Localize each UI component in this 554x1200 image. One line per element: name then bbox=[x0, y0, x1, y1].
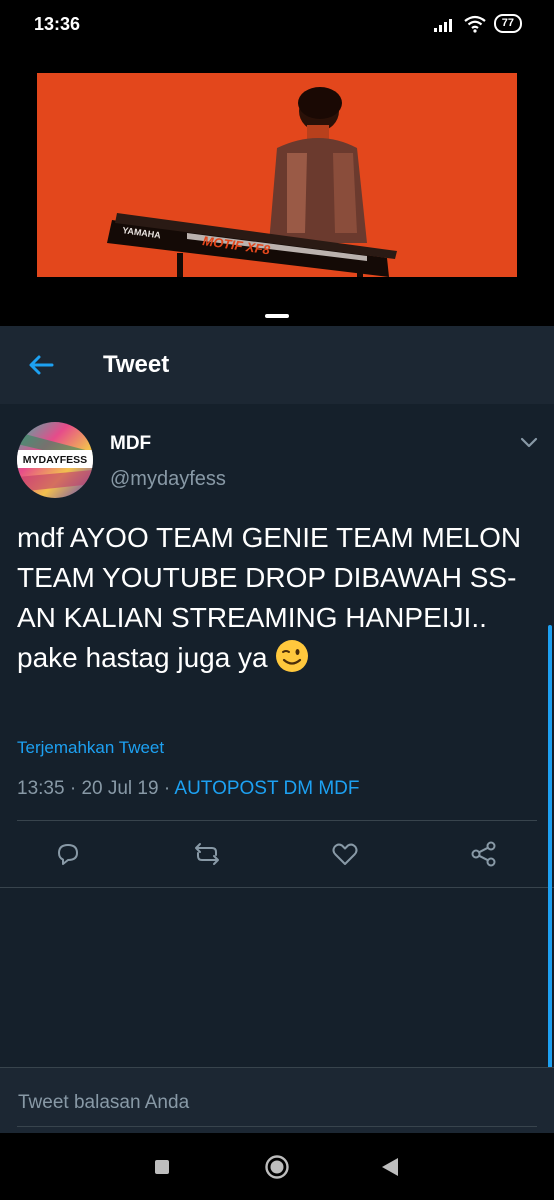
retweet-icon[interactable] bbox=[192, 839, 222, 869]
share-icon[interactable] bbox=[469, 839, 499, 869]
reply-input-placeholder[interactable]: Tweet balasan Anda bbox=[18, 1092, 189, 1114]
tweet-media[interactable]: YAMAHA MOTIF XF8 bbox=[0, 52, 554, 326]
media-drag-handle[interactable] bbox=[265, 314, 289, 318]
back-arrow-icon[interactable] bbox=[26, 350, 56, 380]
recent-apps-icon[interactable] bbox=[154, 1159, 170, 1175]
divider bbox=[0, 887, 554, 888]
battery-icon: 77 bbox=[493, 14, 522, 33]
tweet-date: 20 Jul 19 bbox=[81, 778, 159, 799]
wifi-icon bbox=[464, 15, 486, 33]
winking-face-icon bbox=[276, 640, 309, 672]
signal-icon bbox=[433, 18, 452, 32]
app-bar: Tweet bbox=[0, 326, 554, 404]
divider bbox=[17, 820, 537, 821]
reply-box[interactable]: Tweet balasan Anda bbox=[0, 1067, 554, 1134]
tweet-text: mdf AYOO TEAM GENIE TEAM MELON TEAM YOUT… bbox=[17, 518, 537, 678]
keyboard-player-illustration: YAMAHA MOTIF XF8 bbox=[37, 73, 517, 277]
scrollbar[interactable] bbox=[548, 625, 552, 1070]
author-handle[interactable]: @mydayfess bbox=[110, 468, 226, 491]
tweet-source[interactable]: AUTOPOST DM MDF bbox=[174, 778, 359, 799]
status-icons: 77 bbox=[433, 14, 522, 33]
chevron-down-icon[interactable] bbox=[518, 434, 540, 450]
like-heart-icon[interactable] bbox=[330, 839, 360, 869]
page-title: Tweet bbox=[103, 351, 170, 378]
reply-icon[interactable] bbox=[53, 839, 83, 869]
status-bar: 13:36 77 bbox=[0, 0, 554, 52]
system-nav-bar bbox=[0, 1133, 554, 1200]
meta-separator: · bbox=[64, 778, 82, 799]
reply-underline bbox=[17, 1126, 537, 1127]
media-image[interactable]: YAMAHA MOTIF XF8 bbox=[37, 73, 517, 277]
tweet-actions bbox=[0, 823, 554, 887]
avatar-text: MYDAYFESS bbox=[23, 454, 87, 466]
meta-separator-2: · bbox=[158, 778, 175, 799]
author-name[interactable]: MDF bbox=[110, 433, 151, 455]
status-time: 13:36 bbox=[34, 14, 81, 34]
tweet-meta: 13:35 · 20 Jul 19 · AUTOPOST DM MDF bbox=[17, 778, 360, 800]
tweet-text-content: mdf AYOO TEAM GENIE TEAM MELON TEAM YOUT… bbox=[17, 522, 522, 673]
tweet-time: 13:35 bbox=[17, 778, 65, 799]
avatar[interactable]: MYDAYFESS bbox=[17, 422, 93, 498]
home-icon[interactable] bbox=[264, 1154, 290, 1180]
translate-link[interactable]: Terjemahkan Tweet bbox=[17, 738, 164, 758]
back-triangle-icon[interactable] bbox=[381, 1157, 399, 1177]
